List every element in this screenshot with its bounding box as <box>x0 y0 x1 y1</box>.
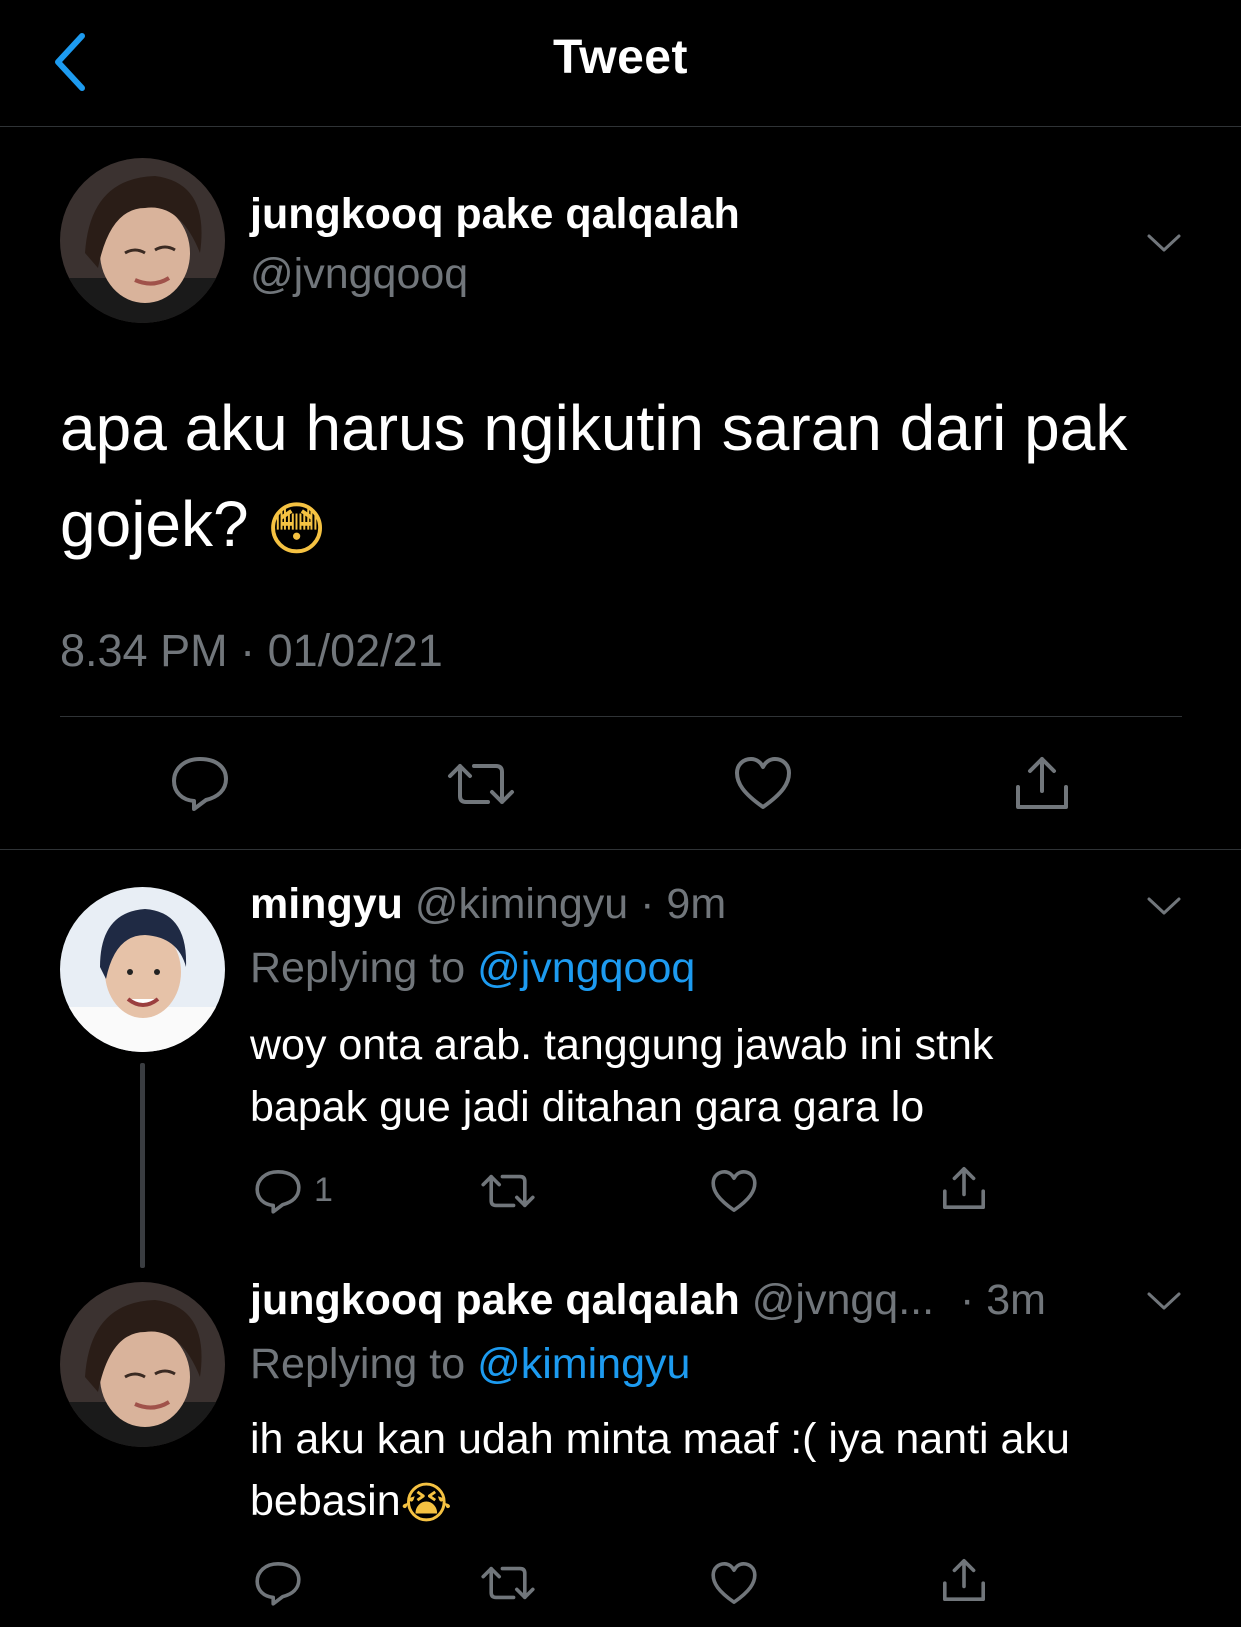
tweet-text: apa aku harus ngikutin saran dari pak go… <box>60 380 1180 577</box>
chevron-down-icon[interactable] <box>1145 895 1183 924</box>
replying-label: Replying to <box>250 1340 466 1388</box>
reply-icon[interactable] <box>254 1560 302 1611</box>
share-icon[interactable] <box>940 1164 988 1217</box>
chevron-down-icon[interactable] <box>1145 232 1183 261</box>
chevron-down-icon[interactable] <box>1145 1290 1183 1319</box>
author-name[interactable]: jungkooq pake qalqalah <box>250 1276 740 1324</box>
reply-text-line: ih aku kan udah minta maaf :( iya nanti … <box>250 1415 1070 1463</box>
reply-time: · 3m <box>960 1276 1046 1324</box>
reply-time: · 9m <box>640 880 727 928</box>
flushed-face-emoji: 😳 <box>266 495 327 564</box>
avatar[interactable] <box>60 158 225 323</box>
reply-icon[interactable] <box>254 1168 302 1219</box>
thread-connector <box>140 1063 145 1268</box>
avatar[interactable] <box>60 887 225 1052</box>
reply-text-line: bebasin😭 <box>250 1470 1200 1535</box>
tweet-text-body: apa aku harus ngikutin saran dari pak go… <box>60 392 1128 560</box>
divider <box>60 716 1182 717</box>
tweet-timestamp: 8.34 PM · 01/02/21 <box>60 625 443 676</box>
replying-to: Replying to @jvngqooq <box>250 944 695 993</box>
author-handle[interactable]: @jvngq... <box>752 1276 934 1324</box>
like-icon[interactable] <box>733 755 793 816</box>
like-icon[interactable] <box>710 1168 758 1219</box>
author-name[interactable]: mingyu <box>250 880 403 928</box>
author-handle[interactable]: @kimingyu <box>415 880 628 928</box>
mention-link[interactable]: @jvngqooq <box>477 944 695 992</box>
retweet-icon[interactable] <box>480 1562 536 1609</box>
share-icon[interactable] <box>1012 753 1072 818</box>
top-bar: Tweet <box>0 0 1241 127</box>
reply-header: jungkooq pake qalqalah @jvngq... · 3m <box>250 1276 1046 1325</box>
retweet-icon[interactable] <box>480 1170 536 1217</box>
share-icon[interactable] <box>940 1556 988 1609</box>
like-icon[interactable] <box>710 1560 758 1611</box>
avatar[interactable] <box>60 1282 225 1447</box>
replying-to: Replying to @kimingyu <box>250 1340 690 1389</box>
crying-face-emoji: 😭 <box>400 1477 453 1529</box>
replying-label: Replying to <box>250 944 466 992</box>
reply-text: ih aku kan udah minta maaf :( iya nanti … <box>250 1408 1200 1535</box>
reply-header: mingyu @kimingyu · 9m <box>250 880 726 929</box>
author-handle[interactable]: @jvngqooq <box>250 250 468 299</box>
reply-icon[interactable] <box>170 755 230 816</box>
author-name[interactable]: jungkooq pake qalqalah <box>250 190 740 239</box>
reply-text: woy onta arab. tanggung jawab ini stnk b… <box>250 1014 1200 1138</box>
retweet-icon[interactable] <box>446 758 516 815</box>
reply-text-line: woy onta arab. tanggung jawab ini stnk <box>250 1021 994 1069</box>
divider <box>0 849 1241 850</box>
reply-count: 1 <box>314 1171 333 1209</box>
reply-text-body: bebasin <box>250 1477 401 1525</box>
page-title: Tweet <box>553 31 688 84</box>
mention-link[interactable]: @kimingyu <box>477 1340 690 1388</box>
reply-text-line: bapak gue jadi ditahan gara gara lo <box>250 1083 925 1131</box>
